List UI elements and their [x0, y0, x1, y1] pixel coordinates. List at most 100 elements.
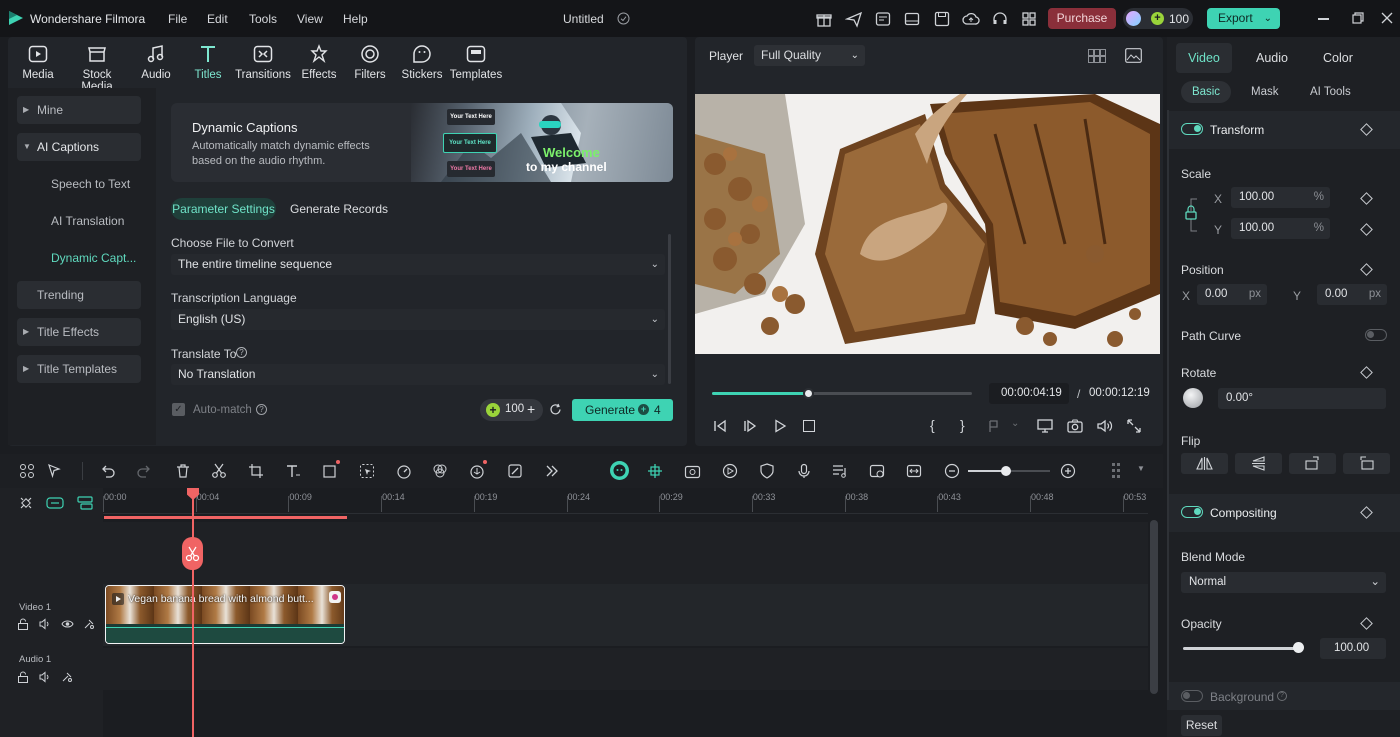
- background-help-icon[interactable]: ?: [1277, 691, 1287, 701]
- camera-snapshot-icon[interactable]: [1067, 419, 1083, 433]
- language-select[interactable]: English (US) ⌄: [171, 309, 665, 330]
- mark-in-icon[interactable]: {: [930, 417, 935, 433]
- track-options-icon[interactable]: [1111, 462, 1125, 480]
- apps-grid-icon[interactable]: [1020, 10, 1038, 28]
- speed-icon[interactable]: [396, 463, 412, 479]
- props-subtab-mask[interactable]: Mask: [1251, 86, 1278, 98]
- generate-button[interactable]: Generate + 4: [572, 399, 673, 421]
- refresh-icon[interactable]: [549, 403, 562, 416]
- position-y-input[interactable]: 0.00 px: [1317, 284, 1387, 305]
- props-subtab-ai-tools[interactable]: AI Tools: [1310, 86, 1351, 98]
- sidebar-item-dynamic-captions[interactable]: Dynamic Capt...: [17, 244, 141, 272]
- send-icon[interactable]: [845, 10, 863, 28]
- timeline-vertical-scrollbar[interactable]: [1150, 520, 1158, 694]
- redo-icon[interactable]: [136, 463, 152, 479]
- rotate-keyframe-icon[interactable]: [1360, 366, 1373, 379]
- tab-titles[interactable]: Titles: [180, 43, 236, 81]
- props-tab-video[interactable]: Video: [1176, 43, 1232, 73]
- timeline-ruler[interactable]: [103, 488, 1148, 514]
- zoom-in-icon[interactable]: [1060, 463, 1076, 479]
- layout-icon[interactable]: [903, 10, 921, 28]
- export-button[interactable]: Export ⌄: [1207, 8, 1280, 29]
- credits-pill[interactable]: + 100: [1123, 8, 1193, 29]
- play-icon[interactable]: [773, 419, 787, 433]
- flip-horizontal-button[interactable]: [1181, 453, 1228, 474]
- mark-out-icon[interactable]: }: [960, 417, 965, 433]
- playback-progress-track[interactable]: [712, 388, 972, 399]
- fit-width-icon[interactable]: [906, 463, 922, 479]
- translate-select[interactable]: No Translation ⌄: [171, 364, 665, 385]
- sidebar-item-ai-translation[interactable]: AI Translation: [17, 207, 141, 235]
- ai-copilot-icon[interactable]: [610, 461, 629, 480]
- sidebar-item-ai-captions[interactable]: ▼ AI Captions: [17, 133, 141, 161]
- opacity-keyframe-icon[interactable]: [1360, 617, 1373, 630]
- scale-y-keyframe-icon[interactable]: [1360, 223, 1373, 236]
- layout-grid-icon[interactable]: [19, 463, 35, 479]
- gift-icon[interactable]: [815, 10, 833, 28]
- sidebar-item-speech-to-text[interactable]: Speech to Text: [17, 170, 141, 198]
- ai-track-icon[interactable]: [83, 618, 95, 630]
- sidebar-item-mine[interactable]: ▶ Mine: [17, 96, 141, 124]
- record-camera-icon[interactable]: [684, 463, 702, 479]
- fullscreen-icon[interactable]: [1127, 419, 1141, 433]
- next-frame-icon[interactable]: [743, 419, 757, 433]
- menu-file[interactable]: File: [168, 12, 187, 26]
- text-tool-icon[interactable]: [285, 463, 301, 479]
- credits-badge[interactable]: + 100 +: [480, 399, 543, 421]
- path-curve-toggle[interactable]: [1365, 329, 1387, 341]
- props-scrollbar[interactable]: [1167, 110, 1169, 700]
- close-icon[interactable]: [1381, 12, 1393, 24]
- link-track-icon[interactable]: [46, 497, 64, 509]
- rotate-cw-button[interactable]: [1289, 453, 1336, 474]
- ai-audio-track-icon[interactable]: [61, 671, 73, 683]
- purchase-button[interactable]: Purchase: [1048, 8, 1116, 29]
- headset-icon[interactable]: [991, 10, 1009, 28]
- split-marker-button[interactable]: [182, 537, 203, 570]
- more-tools-icon[interactable]: [544, 463, 560, 479]
- tab-stock-media[interactable]: Stock Media: [66, 43, 128, 93]
- undo-icon[interactable]: [100, 463, 116, 479]
- voiceover-list-icon[interactable]: [832, 463, 848, 479]
- snap-magnet-icon[interactable]: [647, 463, 663, 479]
- menu-tools[interactable]: Tools: [249, 12, 277, 26]
- form-scrollbar[interactable]: [668, 234, 671, 384]
- cloud-upload-icon[interactable]: [962, 10, 980, 28]
- background-toggle[interactable]: [1181, 690, 1203, 702]
- menu-edit[interactable]: Edit: [207, 12, 228, 26]
- insert-chevron-icon[interactable]: ⌄: [1011, 418, 1019, 429]
- lock-audio-track-icon[interactable]: [17, 671, 29, 683]
- color-match-icon[interactable]: [432, 463, 448, 479]
- work-area-bar[interactable]: [104, 516, 347, 519]
- link-lock-icon[interactable]: [1183, 197, 1203, 233]
- blend-mode-select[interactable]: Normal ⌄: [1181, 572, 1386, 593]
- tab-transitions[interactable]: Transitions: [235, 43, 291, 81]
- unlink-icon[interactable]: [19, 496, 33, 510]
- ai-edit-icon[interactable]: [507, 463, 523, 479]
- tab-parameter-settings[interactable]: Parameter Settings: [171, 198, 276, 220]
- rotate-dial[interactable]: [1183, 388, 1203, 408]
- tab-effects[interactable]: Effects: [291, 43, 347, 81]
- rotate-input[interactable]: 0.00°: [1218, 388, 1386, 409]
- ai-select-icon[interactable]: [359, 463, 375, 479]
- playback-progress-knob[interactable]: [803, 388, 815, 399]
- rotate-ccw-button[interactable]: [1343, 453, 1390, 474]
- ai-audio-icon[interactable]: [469, 463, 485, 479]
- video-preview[interactable]: [695, 94, 1160, 354]
- sidebar-item-trending[interactable]: Trending: [17, 281, 141, 309]
- volume-icon[interactable]: [1097, 419, 1113, 433]
- sidebar-item-title-effects[interactable]: ▶ Title Effects: [17, 318, 141, 346]
- opacity-slider-track[interactable]: [1183, 647, 1298, 650]
- microphone-icon[interactable]: [796, 463, 812, 479]
- minimize-icon[interactable]: [1318, 18, 1329, 20]
- sidebar-item-title-templates[interactable]: ▶ Title Templates: [17, 355, 141, 383]
- position-x-input[interactable]: 0.00 px: [1197, 284, 1267, 305]
- transform-toggle[interactable]: [1181, 123, 1203, 135]
- current-time-box[interactable]: 00:00:04:19: [989, 383, 1069, 404]
- track-options-chevron-icon[interactable]: ▼: [1137, 464, 1145, 473]
- playhead-line[interactable]: [192, 496, 194, 737]
- crop-icon[interactable]: [248, 463, 264, 479]
- help-icon[interactable]: ?: [236, 347, 247, 358]
- split-scissors-icon[interactable]: [211, 463, 227, 479]
- auto-ripple-icon[interactable]: [77, 496, 93, 510]
- auto-highlight-icon[interactable]: [722, 463, 738, 479]
